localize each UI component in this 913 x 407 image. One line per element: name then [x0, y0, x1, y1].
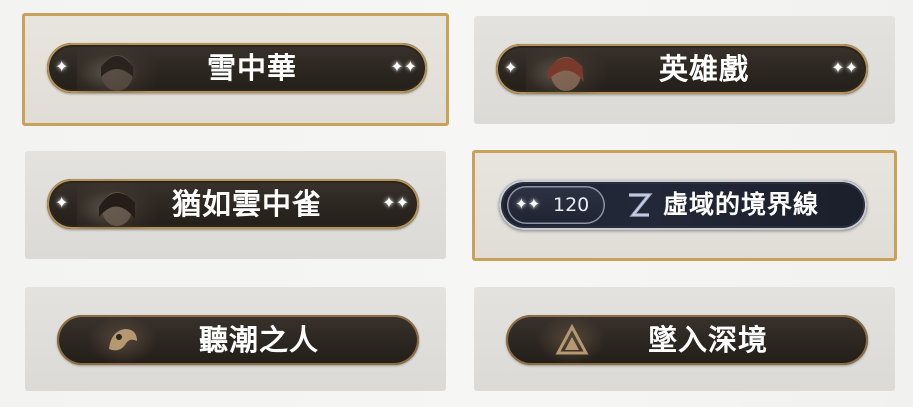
sparkle-left-icon: ✦: [55, 193, 69, 212]
quest-title: 虛域的境界線: [663, 190, 820, 219]
character-portrait: [526, 44, 606, 94]
quest-banner: ✦ ✦✦ 英雄戲: [496, 44, 868, 94]
void-zone-icon: [629, 193, 653, 217]
character-portrait: [77, 179, 157, 229]
sparkle-left-icon: ✦: [504, 58, 518, 77]
quest-title: 雪中華: [207, 51, 298, 85]
quest-banner: ✦ ✦✦ 猶如雲中雀: [47, 179, 419, 229]
sparkle-right-icon: ✦✦: [382, 193, 409, 212]
sparkle-left-icon: ✦: [55, 57, 69, 76]
sparkle-right-icon: ✦✦: [831, 58, 858, 77]
quest-banner: 聽潮之人: [57, 315, 419, 365]
quest-card-5[interactable]: 聽潮之人: [25, 287, 446, 391]
reward-badge: ✦✦ 120: [507, 186, 605, 224]
quest-card-3[interactable]: ✦ ✦✦ 猶如雲中雀: [25, 151, 446, 259]
quest-title: 聽潮之人: [199, 323, 320, 357]
quest-card-6[interactable]: 墜入深境: [474, 287, 895, 391]
quest-banner: ✦ ✦✦ 雪中華: [47, 43, 427, 93]
quest-banner: 墜入深境: [506, 315, 868, 365]
quest-title: 墜入深境: [648, 323, 769, 357]
emblem-icon: [87, 315, 157, 365]
emblem-icon: [536, 315, 606, 365]
quest-title: 英雄戲: [659, 52, 750, 86]
quest-card-2[interactable]: ✦ ✦✦ 英雄戲: [474, 16, 895, 124]
sparkle-icon: ✦✦: [515, 195, 541, 213]
sparkle-right-icon: ✦✦: [390, 57, 417, 76]
reward-count: 120: [553, 194, 590, 216]
quest-banner: ✦✦ 120 虛域的境界線: [499, 180, 867, 230]
quest-card-1[interactable]: ✦ ✦✦ 雪中華: [22, 13, 449, 126]
character-portrait: [77, 43, 157, 93]
quest-card-4[interactable]: ✦✦ 120 虛域的境界線: [472, 150, 897, 261]
quest-title: 猶如雲中雀: [172, 187, 323, 221]
